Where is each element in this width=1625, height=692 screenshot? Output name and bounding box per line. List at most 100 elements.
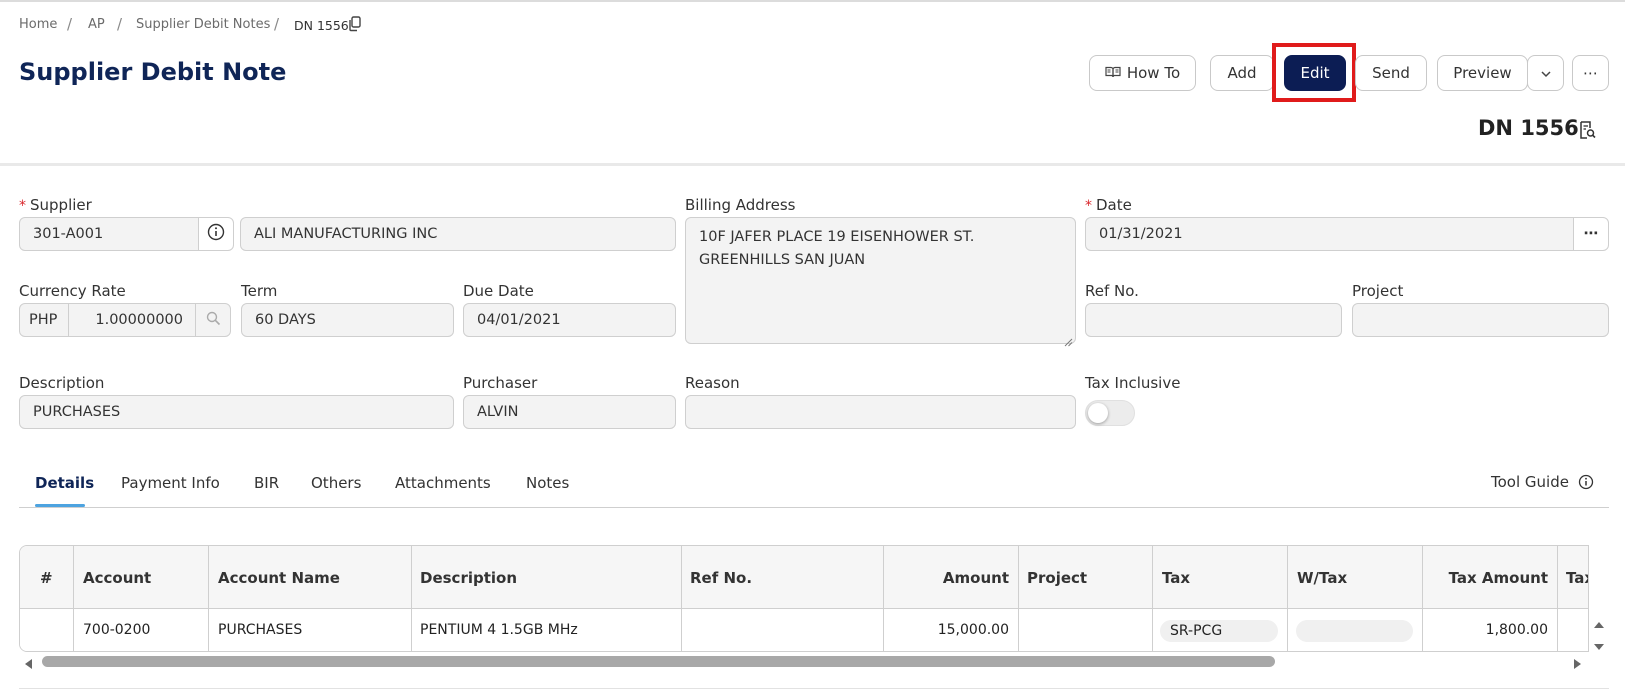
required-marker: *: [1085, 198, 1092, 214]
tab-details[interactable]: Details: [35, 474, 94, 492]
breadcrumb-ap[interactable]: AP: [88, 17, 105, 32]
details-grid: # Account Account Name Description Ref N…: [19, 545, 1589, 652]
more-actions-button[interactable]: ⋯: [1572, 55, 1609, 91]
book-icon: [1105, 64, 1121, 82]
column-header-tax-truncated[interactable]: Tax: [1566, 569, 1588, 587]
supplier-name-input[interactable]: ALI MANUFACTURING INC: [240, 217, 676, 251]
column-header-number: #: [40, 569, 53, 587]
preview-button[interactable]: Preview: [1437, 55, 1528, 91]
send-button[interactable]: Send: [1355, 55, 1427, 91]
how-to-label: How To: [1126, 64, 1181, 82]
supplier-label: * Supplier: [19, 196, 92, 214]
search-icon: [206, 311, 221, 330]
preview-dropdown-button[interactable]: [1527, 55, 1564, 91]
tab-others[interactable]: Others: [311, 474, 361, 492]
due-date-label: Due Date: [463, 282, 534, 300]
edit-highlight-box: [1272, 43, 1356, 102]
info-icon[interactable]: [1578, 474, 1594, 490]
column-divider: [1152, 546, 1153, 651]
breadcrumb-current: DN 1556: [294, 18, 349, 33]
billing-address-label: Billing Address: [685, 196, 796, 214]
supplier-info-button[interactable]: [198, 217, 234, 251]
column-header-project[interactable]: Project: [1027, 569, 1087, 587]
column-divider: [1287, 546, 1288, 651]
tab-notes[interactable]: Notes: [526, 474, 569, 492]
due-date-input[interactable]: 04/01/2021: [463, 303, 676, 337]
chevron-down-icon: [1540, 64, 1552, 82]
tab-attachments[interactable]: Attachments: [395, 474, 491, 492]
resize-handle-icon[interactable]: [1064, 332, 1073, 347]
date-input[interactable]: 01/31/2021: [1085, 217, 1574, 251]
ref-no-label: Ref No.: [1085, 282, 1139, 300]
info-icon: [207, 223, 225, 245]
currency-rate-label: Currency Rate: [19, 282, 126, 300]
cell-tax[interactable]: SR-PCG: [1160, 620, 1278, 642]
column-divider: [1557, 546, 1558, 651]
tax-inclusive-label: Tax Inclusive: [1085, 374, 1181, 392]
column-header-account[interactable]: Account: [83, 569, 151, 587]
ref-no-input[interactable]: [1085, 303, 1342, 337]
copy-icon[interactable]: [348, 16, 362, 32]
scroll-up-icon[interactable]: [1593, 614, 1605, 628]
description-input[interactable]: PURCHASES: [19, 395, 454, 429]
breadcrumb-separator: /: [117, 15, 123, 33]
reason-input[interactable]: [685, 395, 1076, 429]
document-search-icon[interactable]: [1577, 120, 1597, 140]
breadcrumb-home[interactable]: Home: [19, 17, 57, 32]
scroll-down-icon[interactable]: [1593, 637, 1605, 650]
column-divider: [681, 546, 682, 651]
currency-rate-input[interactable]: 1.00000000: [68, 303, 196, 337]
column-header-tax-amount[interactable]: Tax Amount: [1422, 569, 1548, 587]
add-button[interactable]: Add: [1210, 55, 1274, 91]
tab-bir[interactable]: BIR: [254, 474, 279, 492]
column-header-ref-no[interactable]: Ref No.: [690, 569, 752, 587]
column-header-description[interactable]: Description: [420, 569, 517, 587]
tax-inclusive-toggle[interactable]: [1085, 400, 1135, 426]
purchaser-label: Purchaser: [463, 374, 538, 392]
currency-code-input[interactable]: PHP: [19, 303, 69, 337]
cell-amount[interactable]: 15,000.00: [883, 622, 1009, 638]
purchaser-input[interactable]: ALVIN: [463, 395, 676, 429]
term-label: Term: [241, 282, 278, 300]
column-header-account-name[interactable]: Account Name: [218, 569, 340, 587]
breadcrumb-supplier-debit-notes[interactable]: Supplier Debit Notes: [136, 17, 270, 32]
date-label: * Date: [1085, 196, 1132, 214]
breadcrumb-separator: /: [67, 15, 73, 33]
required-marker: *: [19, 198, 26, 214]
column-header-w-tax[interactable]: W/Tax: [1297, 569, 1347, 587]
cell-w-tax[interactable]: [1296, 620, 1413, 642]
reason-label: Reason: [685, 374, 740, 392]
how-to-button[interactable]: How To: [1089, 55, 1196, 91]
cell-tax-amount[interactable]: 1,800.00: [1422, 622, 1548, 638]
top-border: [0, 0, 1625, 2]
supplier-code-input[interactable]: 301-A001: [19, 217, 199, 251]
document-number: DN 1556: [1478, 116, 1579, 140]
scroll-left-icon[interactable]: [23, 655, 33, 669]
date-picker-button[interactable]: ⋯: [1573, 217, 1609, 251]
project-input[interactable]: [1352, 303, 1609, 337]
billing-address-line1: 10F JAFER PLACE 19 EISENHOWER ST.: [699, 229, 975, 245]
breadcrumb-separator: /: [274, 15, 280, 33]
cell-description[interactable]: PENTIUM 4 1.5GB MHz: [420, 622, 578, 638]
column-divider: [1018, 546, 1019, 651]
column-divider: [208, 546, 209, 651]
description-label: Description: [19, 374, 105, 392]
page-title: Supplier Debit Note: [19, 58, 287, 86]
tabs-divider: [19, 507, 1609, 508]
currency-search-button[interactable]: [195, 303, 231, 337]
column-header-amount[interactable]: Amount: [883, 569, 1009, 587]
cell-account-name[interactable]: PURCHASES: [218, 622, 302, 638]
column-divider: [73, 546, 74, 651]
tool-guide-link[interactable]: Tool Guide: [1491, 473, 1569, 491]
column-divider: [411, 546, 412, 651]
scroll-right-icon[interactable]: [1573, 655, 1583, 669]
horizontal-scroll-thumb[interactable]: [42, 656, 1275, 667]
cell-account[interactable]: 700-0200: [83, 622, 150, 638]
column-header-tax[interactable]: Tax: [1162, 569, 1190, 587]
tab-payment-info[interactable]: Payment Info: [121, 474, 220, 492]
billing-address-textarea[interactable]: 10F JAFER PLACE 19 EISENHOWER ST. GREENH…: [685, 217, 1076, 344]
toggle-knob: [1088, 403, 1108, 423]
bottom-divider: [19, 688, 1609, 689]
term-input[interactable]: 60 DAYS: [241, 303, 454, 337]
billing-address-line2: GREENHILLS SAN JUAN: [699, 252, 866, 268]
